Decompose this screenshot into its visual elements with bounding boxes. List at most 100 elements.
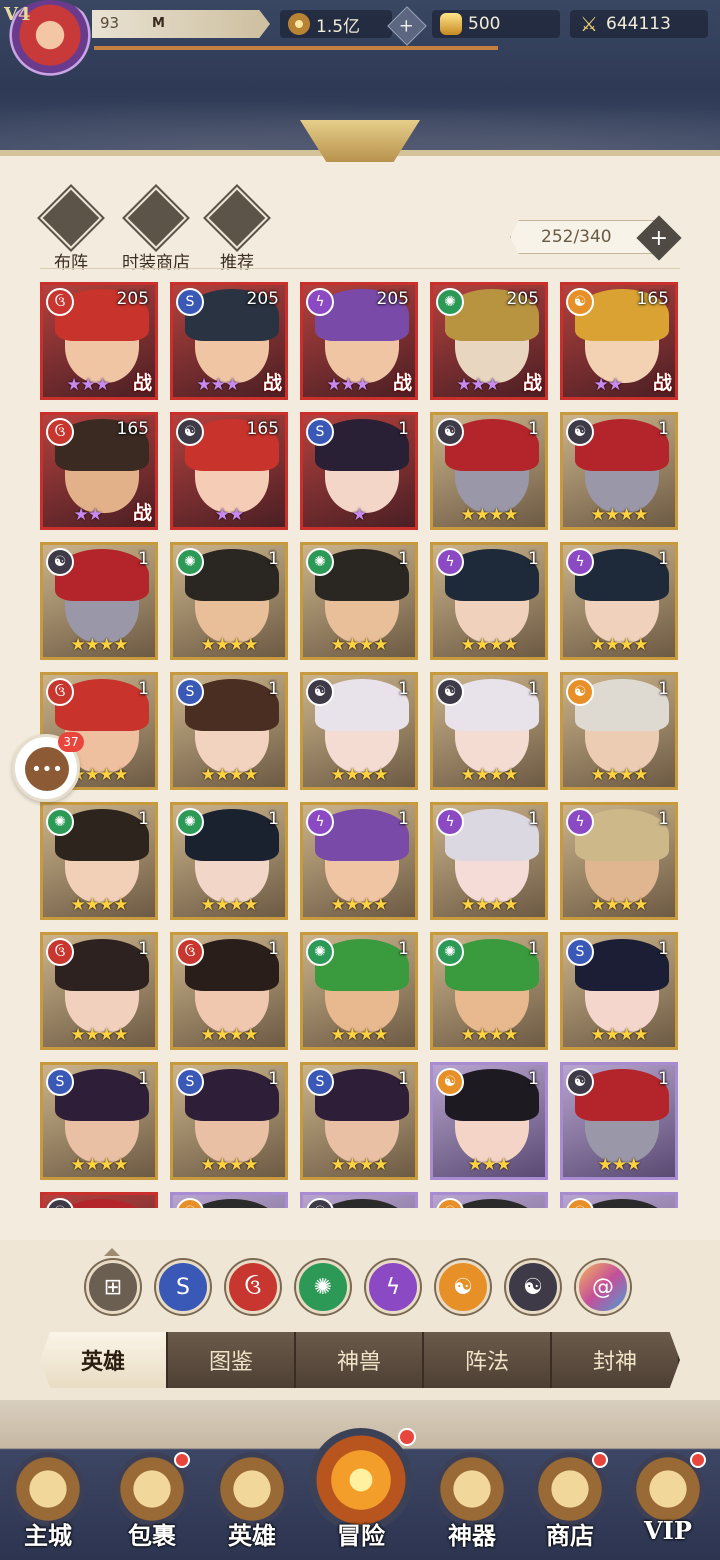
- fire-element-icon: ઉ: [46, 678, 74, 706]
- gold-resource: 500: [432, 10, 560, 38]
- hero-stars: ★★★: [196, 375, 240, 395]
- hero-card[interactable]: ☯ 1 ★★★★: [560, 412, 678, 530]
- hero-card[interactable]: ϟ 1 ★★★★: [300, 802, 418, 920]
- grid-icon: ⊞: [103, 1274, 123, 1300]
- hero-stars: ★★★★: [590, 765, 649, 785]
- hero-card[interactable]: S 1 ★★★★: [170, 1062, 288, 1180]
- filter-wind-button[interactable]: ✺: [296, 1260, 350, 1314]
- hero-level: 1: [658, 549, 669, 569]
- hero-card[interactable]: S 1 ★★★★: [300, 1062, 418, 1180]
- hero-stars: ★★★★: [330, 635, 389, 655]
- hero-card[interactable]: ✺ 1 ★★★★: [300, 932, 418, 1050]
- water-element-icon: S: [176, 1068, 204, 1096]
- nav-adventure[interactable]: 冒险: [306, 1428, 416, 1560]
- hero-stars: ★★★★: [70, 895, 129, 915]
- hero-card[interactable]: ☯ 1 ★★★: [560, 1062, 678, 1180]
- hero-stars: ★★★★: [460, 895, 519, 915]
- filter-water-button[interactable]: S: [156, 1260, 210, 1314]
- hero-level: 1: [528, 939, 539, 959]
- hero-card[interactable]: ✺ 205 ★★★ 战: [430, 282, 548, 400]
- light-element-icon: ☯: [436, 1068, 464, 1096]
- hero-stars: ★★★★: [70, 1155, 129, 1175]
- filter-light-button[interactable]: ☯: [436, 1260, 490, 1314]
- hero-card[interactable]: S 1 ★★★★: [170, 672, 288, 790]
- hero-card[interactable]: ☯ 1 ★★★★: [300, 672, 418, 790]
- hero-card[interactable]: ϟ 205 ★★★ 战: [300, 282, 418, 400]
- hero-card[interactable]: ☯: [430, 1192, 548, 1208]
- filter-thunder-button[interactable]: ϟ: [366, 1260, 420, 1314]
- nav-bag[interactable]: 包裹: [104, 1452, 200, 1560]
- recommend-button[interactable]: 推荐: [198, 186, 276, 273]
- hero-card[interactable]: ☯: [170, 1192, 288, 1208]
- hero-card[interactable]: ☯ 1 ★★★★: [430, 672, 548, 790]
- hero-level: 205: [376, 289, 409, 309]
- filter-fire-button[interactable]: ઉ: [226, 1260, 280, 1314]
- hero-stars: ★★★: [597, 1155, 642, 1175]
- hero-card[interactable]: S 1 ★★★★: [40, 1062, 158, 1180]
- hero-card[interactable]: ✺ 1 ★★★★: [300, 542, 418, 660]
- filter-chaos-button[interactable]: @: [576, 1260, 630, 1314]
- hero-stars: ★★★★: [330, 1025, 389, 1045]
- hero-card[interactable]: ϟ 1 ★★★★: [560, 802, 678, 920]
- hero-card[interactable]: ϟ 1 ★★★★: [560, 542, 678, 660]
- hero-card[interactable]: ✺ 1 ★★★★: [170, 802, 288, 920]
- hero-card[interactable]: ઉ 1 ★★★★: [40, 932, 158, 1050]
- hero-card[interactable]: ✺ 1 ★★★★: [40, 802, 158, 920]
- nav-artifact[interactable]: 神器: [424, 1452, 520, 1560]
- light-element-icon: ☯: [453, 1274, 473, 1300]
- hero-card[interactable]: ☯ 1 ★★★★: [40, 542, 158, 660]
- nav-main-city[interactable]: 主城: [0, 1452, 96, 1560]
- wind-element-icon: ✺: [306, 548, 334, 576]
- hero-card[interactable]: ઉ 205 ★★★ 战: [40, 282, 158, 400]
- hero-card[interactable]: S 1 ★★★★: [560, 932, 678, 1050]
- costume-shop-button[interactable]: 时装商店: [116, 186, 196, 273]
- dark-element-icon: ☯: [436, 418, 464, 446]
- in-battle-tag: 战: [132, 372, 152, 394]
- hero-level: 1: [268, 1069, 279, 1089]
- hero-stars: ★★★★: [70, 1025, 129, 1045]
- hero-stars: ★: [351, 505, 367, 525]
- hero-card[interactable]: ☯ 165 ★★ 战: [560, 282, 678, 400]
- hero-card[interactable]: ☯: [300, 1192, 418, 1208]
- hero-card[interactable]: ✺ 1 ★★★★: [430, 932, 548, 1050]
- hero-level: 1: [398, 1069, 409, 1089]
- filter-all-button[interactable]: ⊞: [86, 1260, 140, 1314]
- hero-card[interactable]: ઉ 165 ★★ 战: [40, 412, 158, 530]
- hero-card[interactable]: ✺ 1 ★★★★: [170, 542, 288, 660]
- hero-card[interactable]: ☯ 1 ★★★★: [560, 672, 678, 790]
- nav-shop[interactable]: 商店: [522, 1452, 618, 1560]
- hero-card[interactable]: ☯: [40, 1192, 158, 1208]
- tab-formations[interactable]: 阵法: [424, 1332, 552, 1388]
- hero-card[interactable]: S 205 ★★★ 战: [170, 282, 288, 400]
- formation-button[interactable]: 布阵: [32, 186, 110, 273]
- tab-collection[interactable]: 图鉴: [168, 1332, 296, 1388]
- tab-heroes[interactable]: 英雄: [40, 1332, 168, 1388]
- tab-beasts[interactable]: 神兽: [296, 1332, 424, 1388]
- hero-card[interactable]: S 1 ★: [300, 412, 418, 530]
- nav-heroes[interactable]: 英雄: [204, 1452, 300, 1560]
- hero-card[interactable]: ઉ 1 ★★★★: [170, 932, 288, 1050]
- filter-dark-button[interactable]: ☯: [506, 1260, 560, 1314]
- coin-amount: 1.5亿: [316, 16, 361, 37]
- element-filter-bar: ⊞ S ઉ ✺ ϟ ☯ ☯ @: [86, 1260, 636, 1320]
- hero-card[interactable]: ☯ 1 ★★★: [430, 1062, 548, 1180]
- hero-card[interactable]: ☯ 165 ★★: [170, 412, 288, 530]
- hero-card[interactable]: ϟ 1 ★★★★: [430, 542, 548, 660]
- in-battle-tag: 战: [262, 372, 282, 394]
- notification-dot: [174, 1452, 190, 1468]
- wind-element-icon: ✺: [436, 288, 464, 316]
- in-battle-tag: 战: [522, 372, 542, 394]
- thunder-element-icon: ϟ: [385, 1274, 401, 1300]
- hero-card[interactable]: ϟ 1 ★★★★: [430, 802, 548, 920]
- hero-card[interactable]: ☯ 1 ★★★★: [430, 412, 548, 530]
- hero-stars: ★★★: [456, 375, 500, 395]
- hero-card[interactable]: ☯: [560, 1192, 678, 1208]
- thunder-element-icon: ϟ: [306, 288, 334, 316]
- hero-stars: ★★: [214, 505, 244, 525]
- hero-stars: ★★★★: [590, 635, 649, 655]
- hero-stars: ★★★★: [590, 1025, 649, 1045]
- nav-vip[interactable]: VIP: [620, 1452, 716, 1560]
- water-element-icon: S: [306, 1068, 334, 1096]
- tab-deification[interactable]: 封神: [552, 1332, 680, 1388]
- chat-unread-badge: 37: [58, 732, 84, 752]
